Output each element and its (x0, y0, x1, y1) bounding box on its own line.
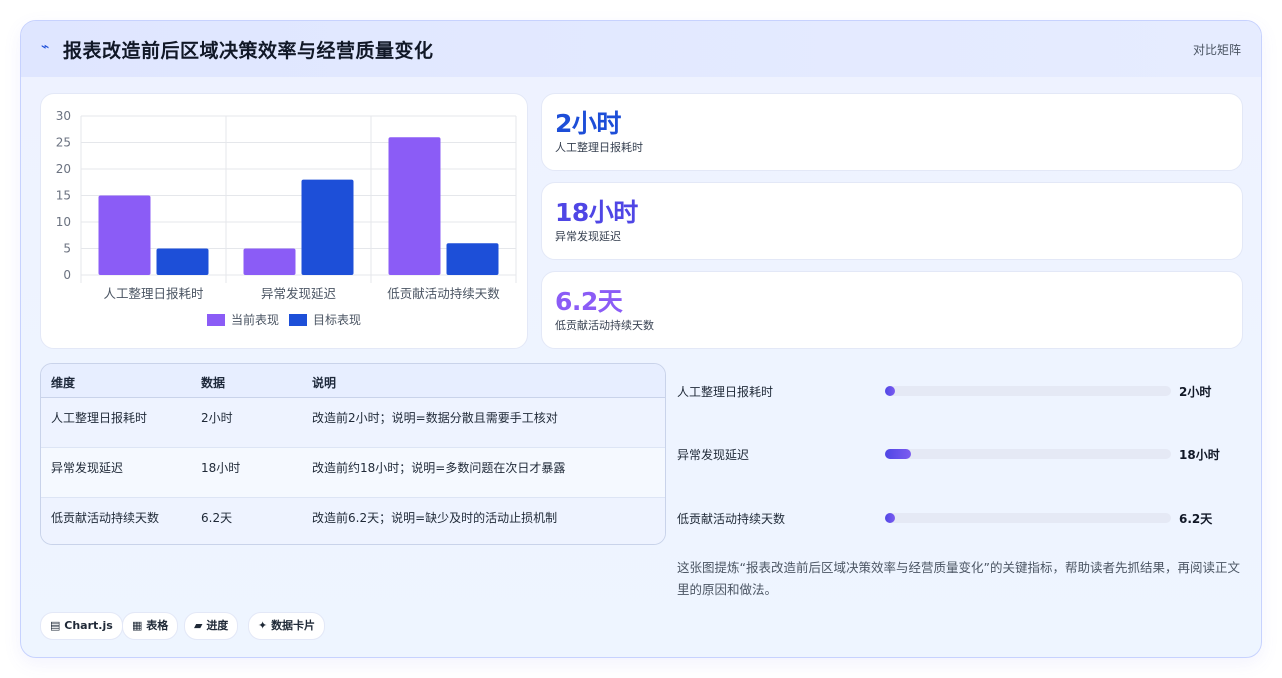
stat-value: 18小时 (555, 198, 638, 227)
tag-chartjs[interactable]: ▤ Chart.js (40, 612, 123, 640)
progress-track (885, 513, 1171, 523)
stat-card-anomaly-delay: 18小时 异常发现延迟 (541, 182, 1243, 260)
table-cell: 低贡献活动持续天数 (51, 511, 160, 525)
bar-current (388, 137, 441, 275)
stat-card-report-time: 2小时 人工整理日报耗时 (541, 93, 1243, 171)
bar-target (446, 243, 499, 275)
table-cell: 18小时 (201, 461, 241, 475)
tag-data-cards[interactable]: ✦ 数据卡片 (248, 612, 326, 640)
x-tick-label: 人工整理日报耗时 (103, 286, 204, 301)
table-row: 异常发现延迟 18小时 改造前约18小时；说明=多数问题在次日才暴露 (41, 448, 665, 498)
column-header-data: 数据 (201, 376, 226, 390)
stat-card-low-activity-days: 6.2天 低贡献活动持续天数 (541, 271, 1243, 349)
progress-track (885, 449, 1171, 459)
page-title: 报表改造前后区域决策效率与经营质量变化 (63, 40, 434, 62)
stat-label: 人工整理日报耗时 (555, 141, 643, 154)
bar-chart: 0 5 10 15 20 25 30 人工整理日报耗时 异常发现延迟 低贡献活动持续天数当前表现 目… (56, 109, 517, 327)
table-cell: 人工整理日报耗时 (51, 411, 148, 425)
progress-row-anomaly-delay: 异常发现延迟 18小时 (677, 444, 1237, 464)
stat-label: 异常发现延迟 (555, 230, 621, 243)
table-row: 低贡献活动持续天数 6.2天 改造前6.2天；说明=缺少及时的活动止损机制 (41, 498, 665, 544)
table-icon: ▦ (132, 619, 143, 632)
summary-note: 这张图提炼“报表改造前后区域决策效率与经营质量变化”的关键指标，帮助读者先抓结果… (677, 560, 1240, 597)
bar-target (301, 179, 354, 275)
tag-table[interactable]: ▦ 表格 (122, 612, 179, 640)
x-tick-label: 异常发现延迟 (261, 286, 337, 301)
progress-fill (885, 386, 895, 396)
table-row: 人工整理日报耗时 2小时 改造前2小时；说明=数据分散且需要手工核对 (41, 398, 665, 448)
progress-track (885, 386, 1171, 396)
x-tick-label: 低贡献活动持续天数 (387, 286, 500, 301)
tag-label: 表格 (146, 619, 169, 632)
y-tick-label: 30 (56, 109, 71, 123)
card-header: ⌁ 报表改造前后区域决策效率与经营质量变化 对比矩阵 (21, 21, 1261, 77)
progress-label: 人工整理日报耗时 (677, 385, 774, 399)
tag-label: 进度 (206, 619, 229, 632)
column-header-dimension: 维度 (51, 376, 76, 390)
table-cell: 改造前6.2天；说明=缺少及时的活动止损机制 (312, 511, 558, 525)
dashboard-card: ⌁ 报表改造前后区域决策效率与经营质量变化 对比矩阵 0 5 10 15 20 25 30 人… (20, 20, 1262, 658)
legend-label: 当前表现 (231, 312, 279, 327)
table-cell: 6.2天 (201, 511, 233, 525)
table-cell: 异常发现延迟 (51, 461, 124, 475)
progress-value: 6.2天 (1179, 512, 1213, 526)
table-header-row: 维度 数据 说明 (41, 364, 665, 398)
progress-fill (885, 513, 895, 523)
stat-value: 2小时 (555, 109, 621, 138)
bar-current (243, 248, 296, 275)
progress-row-report-time: 人工整理日报耗时 2小时 (677, 381, 1237, 401)
legend-swatch (289, 314, 307, 326)
y-tick-label: 25 (56, 136, 71, 150)
y-tick-label: 20 (56, 162, 71, 176)
column-header-description: 说明 (312, 376, 337, 390)
stat-label: 低贡献活动持续天数 (555, 319, 654, 332)
progress-value: 18小时 (1179, 448, 1220, 462)
legend-label: 目标表现 (313, 313, 361, 327)
progress-label: 低贡献活动持续天数 (677, 512, 786, 526)
tag-label: 数据卡片 (271, 619, 316, 632)
trend-icon: ⌁ (41, 39, 50, 55)
bar-target (156, 248, 209, 275)
sparkle-icon: ✦ (258, 619, 268, 632)
progress-fill (885, 449, 911, 459)
chart-icon: ▤ (50, 619, 61, 632)
stat-value: 6.2天 (555, 287, 623, 316)
table-cell: 改造前约18小时；说明=多数问题在次日才暴露 (312, 461, 566, 475)
legend-swatch (207, 314, 225, 326)
bar-chart-panel: 0 5 10 15 20 25 30 人工整理日报耗时 异常发现延迟 低贡献活动持续天数当前表现 目… (40, 93, 528, 349)
y-tick-label: 10 (56, 215, 71, 229)
tag-label: Chart.js (64, 619, 113, 632)
table-cell: 改造前2小时；说明=数据分散且需要手工核对 (312, 411, 558, 425)
progress-icon: ▰ (194, 619, 203, 632)
y-tick-label: 0 (63, 268, 71, 282)
y-tick-label: 15 (56, 189, 71, 203)
bar-current (98, 195, 151, 275)
tag-progress[interactable]: ▰ 进度 (184, 612, 239, 640)
progress-value: 2小时 (1179, 385, 1212, 399)
progress-label: 异常发现延迟 (677, 448, 750, 462)
data-table: 维度 数据 说明 人工整理日报耗时 2小时 改造前2小时；说明=数据分散且需要手… (40, 363, 666, 545)
progress-row-low-activity-days: 低贡献活动持续天数 6.2天 (677, 508, 1237, 528)
table-cell: 2小时 (201, 411, 233, 425)
view-mode-label[interactable]: 对比矩阵 (1193, 41, 1241, 58)
y-tick-label: 5 (63, 242, 71, 256)
